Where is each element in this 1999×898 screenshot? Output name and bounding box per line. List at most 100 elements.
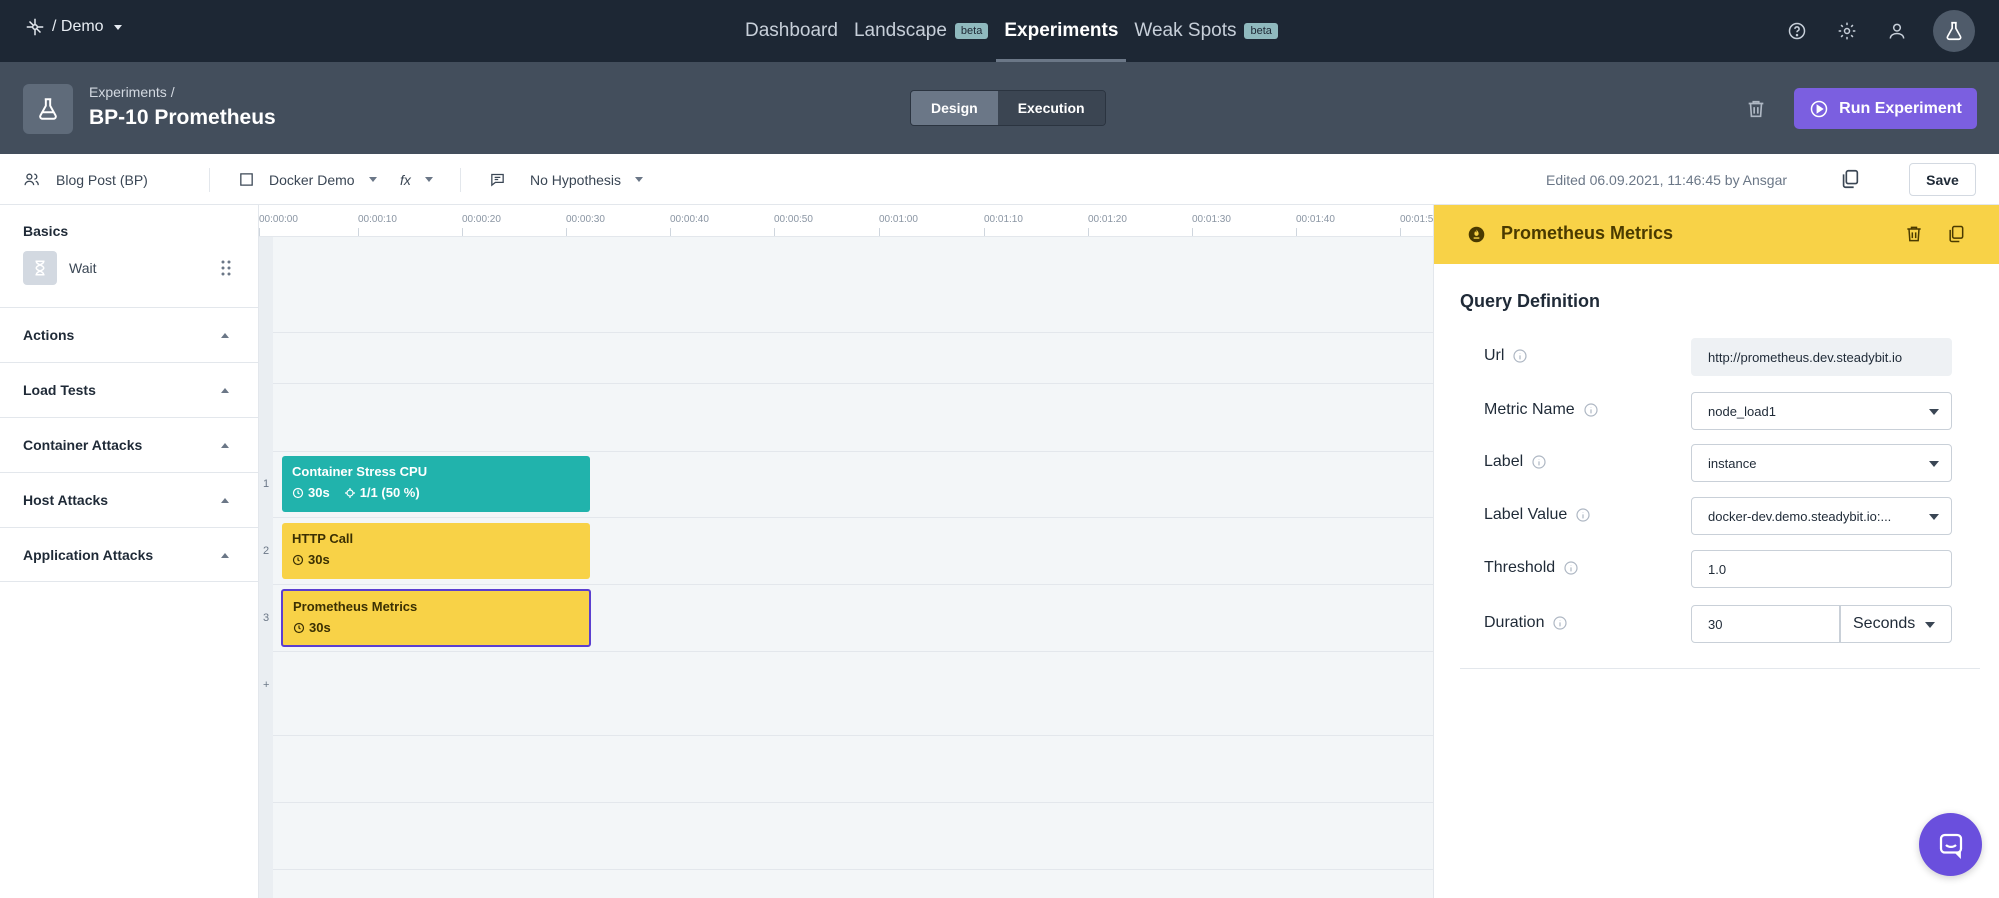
gear-icon[interactable] bbox=[1833, 17, 1861, 45]
step-duration: 30s bbox=[309, 620, 331, 635]
target-icon bbox=[344, 487, 355, 498]
info-icon[interactable] bbox=[1583, 402, 1599, 418]
step-title: Prometheus Metrics bbox=[293, 599, 418, 614]
nav-weak-spots[interactable]: Weak Spots beta bbox=[1126, 0, 1286, 62]
chevron-down-icon bbox=[113, 24, 122, 30]
panel-header: Prometheus Metrics bbox=[1434, 205, 1999, 264]
breadcrumb[interactable]: Experiments / bbox=[89, 84, 175, 100]
environment-selector[interactable]: Docker Demo bbox=[238, 154, 377, 205]
threshold-input[interactable]: 1.0 bbox=[1691, 550, 1952, 588]
team-selector[interactable]: Blog Post (BP) bbox=[23, 154, 148, 205]
chevron-down-icon bbox=[1929, 514, 1939, 520]
time-tick: 00:00:20 bbox=[462, 214, 501, 236]
flask-avatar-icon[interactable] bbox=[1933, 10, 1975, 52]
url-input[interactable]: http://prometheus.dev.steadybit.io bbox=[1691, 338, 1952, 376]
chevron-up-icon bbox=[221, 333, 229, 338]
section-heading: Query Definition bbox=[1460, 291, 1601, 311]
info-icon[interactable] bbox=[1563, 560, 1579, 576]
workspace-switcher[interactable]: / Demo bbox=[24, 16, 122, 38]
step-title: Container Stress CPU bbox=[292, 464, 428, 479]
main-nav: Dashboard Landscape beta Experiments Weak… bbox=[737, 0, 1286, 62]
field-metric-name: Metric Name node_load1 bbox=[1484, 392, 1984, 430]
time-tick: 00:01:00 bbox=[879, 214, 918, 236]
hypothesis-selector[interactable]: No Hypothesis bbox=[489, 154, 644, 205]
category-label: Actions bbox=[23, 327, 75, 343]
comment-icon bbox=[491, 173, 504, 187]
workspace-name: / Demo bbox=[52, 18, 104, 35]
duration-unit-select[interactable]: Seconds bbox=[1840, 605, 1952, 643]
field-label-value: Label Value docker-dev.demo.steadybit.io… bbox=[1484, 497, 1984, 535]
step-duration: 30s bbox=[308, 552, 330, 567]
delete-step-trash-icon[interactable] bbox=[1904, 224, 1924, 244]
grid-line bbox=[273, 383, 1433, 384]
select-value: node_load1 bbox=[1708, 403, 1776, 419]
step-targets: 1/1 (50 %) bbox=[359, 485, 420, 500]
clock-icon bbox=[292, 487, 304, 498]
time-tick: 00:01:20 bbox=[1088, 214, 1127, 236]
nav-dashboard[interactable]: Dashboard bbox=[737, 0, 846, 62]
step-container-stress-cpu[interactable]: Container Stress CPU 30s 1/1 (50 %) bbox=[282, 456, 590, 512]
chevron-down-icon bbox=[424, 177, 433, 182]
chevron-down-icon bbox=[1929, 461, 1939, 467]
metric-name-select[interactable]: node_load1 bbox=[1691, 392, 1952, 430]
category-actions[interactable]: Actions bbox=[0, 307, 259, 362]
field-label: Url bbox=[1484, 347, 1505, 364]
nav-landscape[interactable]: Landscape beta bbox=[846, 0, 996, 62]
info-icon[interactable] bbox=[1512, 348, 1528, 364]
category-container-attacks[interactable]: Container Attacks bbox=[0, 417, 259, 472]
field-url: Url http://prometheus.dev.steadybit.io bbox=[1484, 338, 1984, 376]
beta-badge: beta bbox=[954, 23, 989, 39]
steadybit-logo-icon bbox=[26, 18, 44, 36]
step-config-panel: Prometheus Metrics Query Definition Url … bbox=[1433, 205, 1999, 898]
hourglass-icon bbox=[23, 251, 57, 285]
category-load-tests[interactable]: Load Tests bbox=[0, 362, 259, 417]
wait-label: Wait bbox=[69, 260, 97, 276]
grid-line bbox=[273, 332, 1433, 333]
beta-badge: beta bbox=[1244, 23, 1278, 39]
grid-line bbox=[273, 802, 1433, 803]
category-label: Load Tests bbox=[23, 382, 96, 398]
top-navigation: / Demo Dashboard Landscape beta Experimen… bbox=[0, 0, 1999, 62]
label-select[interactable]: instance bbox=[1691, 444, 1952, 482]
wait-step-item[interactable]: Wait bbox=[23, 251, 233, 285]
field-label: Threshold bbox=[1484, 559, 1556, 576]
duration-input[interactable]: 30 bbox=[1691, 605, 1840, 643]
category-application-attacks[interactable]: Application Attacks bbox=[0, 527, 259, 582]
grid-line bbox=[273, 517, 1433, 518]
info-icon[interactable] bbox=[1552, 615, 1568, 631]
field-label: Metric Name bbox=[1484, 401, 1575, 418]
hypothesis-label: No Hypothesis bbox=[530, 171, 622, 188]
nav-label: Dashboard bbox=[745, 20, 838, 41]
experiment-header: Experiments / BP-10 Prometheus Design Ex… bbox=[0, 62, 1999, 154]
tab-execution[interactable]: Execution bbox=[997, 91, 1105, 125]
tab-design[interactable]: Design bbox=[911, 91, 998, 125]
time-tick: 00:00:30 bbox=[566, 214, 605, 236]
lane-number: 2 bbox=[263, 545, 270, 557]
label-value-select[interactable]: docker-dev.demo.steadybit.io:... bbox=[1691, 497, 1952, 535]
run-experiment-button[interactable]: Run Experiment bbox=[1794, 88, 1977, 129]
fx-label: fx bbox=[400, 171, 411, 188]
play-icon bbox=[1810, 100, 1828, 117]
user-icon[interactable] bbox=[1883, 17, 1911, 45]
category-host-attacks[interactable]: Host Attacks bbox=[0, 472, 259, 527]
step-prometheus-metrics[interactable]: Prometheus Metrics 30s bbox=[281, 589, 591, 647]
save-button[interactable]: Save bbox=[1909, 163, 1976, 196]
toolbar-divider bbox=[460, 168, 461, 192]
chat-launcher-button[interactable] bbox=[1919, 813, 1982, 876]
select-value: docker-dev.demo.steadybit.io:... bbox=[1708, 508, 1892, 524]
info-icon[interactable] bbox=[1575, 507, 1591, 523]
chevron-up-icon bbox=[221, 388, 229, 393]
nav-experiments[interactable]: Experiments bbox=[996, 0, 1127, 62]
add-lane-button[interactable]: + bbox=[263, 679, 269, 691]
help-icon[interactable] bbox=[1783, 17, 1811, 45]
step-http-call[interactable]: HTTP Call 30s bbox=[282, 523, 590, 579]
delete-experiment-trash-icon[interactable] bbox=[1745, 98, 1767, 120]
environment-name: Docker Demo bbox=[269, 171, 355, 188]
drag-handle-icon[interactable] bbox=[219, 259, 233, 277]
duplicate-icon[interactable] bbox=[1839, 168, 1861, 190]
info-icon[interactable] bbox=[1531, 454, 1547, 470]
duplicate-step-icon[interactable] bbox=[1946, 224, 1966, 244]
time-tick: 00:01:30 bbox=[1192, 214, 1231, 236]
category-label: Application Attacks bbox=[23, 546, 154, 563]
fx-variables-selector[interactable]: fx bbox=[400, 154, 433, 205]
